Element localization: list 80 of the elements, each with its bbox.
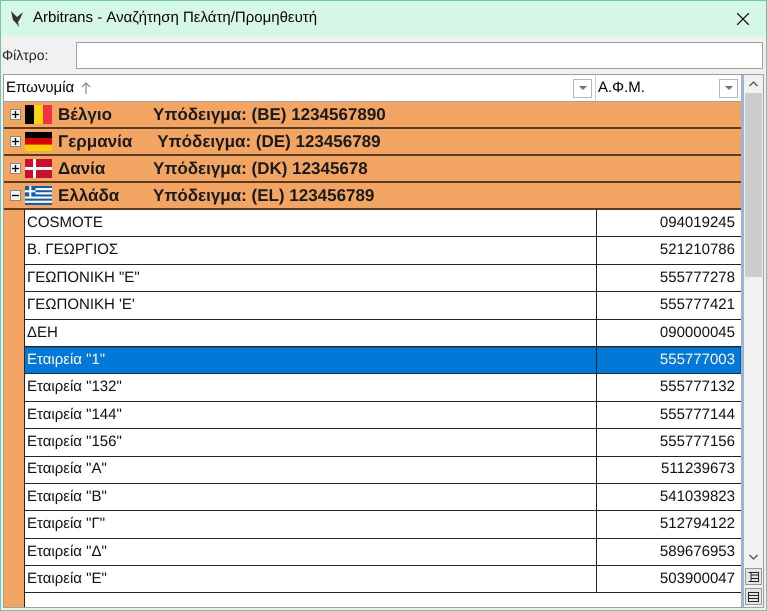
table-cell: Εταιρεία "156" bbox=[25, 429, 597, 456]
table-row[interactable]: Εταιρεία "Β" 541039823 bbox=[24, 484, 741, 512]
dropdown-button[interactable] bbox=[573, 78, 592, 98]
table-cell: Εταιρεία "1" bbox=[25, 346, 597, 374]
flag-icon bbox=[25, 132, 52, 151]
group-name: Γερμανία bbox=[58, 130, 132, 153]
group-row[interactable]: Δανία Υπόδειγμα: (DK) 12345678 bbox=[4, 156, 741, 183]
column-header[interactable]: Επωνυμία bbox=[4, 75, 596, 101]
table-cell-text: 555777132 bbox=[658, 377, 736, 398]
list-icon bbox=[748, 592, 759, 602]
table-row[interactable]: ΔΕΗ 090000045 bbox=[24, 320, 741, 347]
expand-icon[interactable] bbox=[10, 136, 21, 147]
table-row[interactable]: Εταιρεία "1" 555777003 bbox=[24, 346, 741, 374]
group-hint: Υπόδειγμα: (BE) 1234567890 bbox=[153, 104, 386, 126]
caret-icon bbox=[578, 86, 586, 90]
table-row[interactable]: Εταιρεία "Γ" 512794122 bbox=[24, 511, 741, 539]
table-cell-text: 511239673 bbox=[660, 459, 736, 480]
flag-icon bbox=[25, 186, 52, 205]
table-row[interactable]: Εταιρεία "156" 555777156 bbox=[24, 429, 741, 457]
flag-icon bbox=[25, 105, 52, 124]
group-row[interactable]: Γερμανία Υπόδειγμα: (DE) 123456789 bbox=[4, 129, 741, 156]
window-title: Arbitrans - Αναζήτηση Πελάτη/Προμηθευτή bbox=[33, 8, 318, 28]
table-cell-text: 555777278 bbox=[658, 268, 736, 288]
table-row[interactable]: ΓΕΩΠΟΝΙΚΗ 'Ε' 555777421 bbox=[24, 292, 741, 320]
table-row[interactable]: Β. ΓΕΩΡΓΙΟΣ 521210786 bbox=[24, 237, 741, 265]
table-cell-text: 555777421 bbox=[658, 295, 736, 316]
group-name: Δανία bbox=[58, 158, 106, 180]
collapse-all-button[interactable] bbox=[745, 588, 762, 605]
table-cell-text: 503900047 bbox=[658, 569, 736, 590]
table-cell-text: 589676953 bbox=[658, 542, 736, 562]
table-cell: Εταιρεία "Δ" bbox=[25, 538, 597, 566]
table-cell-text: 512794122 bbox=[658, 514, 736, 534]
expand-icon[interactable] bbox=[10, 109, 21, 120]
scrollbar[interactable] bbox=[744, 75, 763, 607]
caret-icon bbox=[724, 86, 732, 90]
filter-label: Φίλτρο: bbox=[1, 46, 50, 65]
table-cell: Εταιρεία "Α" bbox=[25, 456, 597, 483]
table-cell: ΓΕΩΠΟΝΙΚΗ "Ε" bbox=[25, 264, 597, 292]
table-cell-text: 094019245 bbox=[658, 212, 736, 233]
group-name: Βέλγιο bbox=[58, 104, 113, 126]
table-cell: Εταιρεία "132" bbox=[25, 374, 597, 401]
table-row[interactable]: Εταιρεία "Α" 511239673 bbox=[24, 456, 741, 484]
table-row[interactable]: Εταιρεία "144" 555777144 bbox=[24, 402, 741, 430]
flag-icon bbox=[25, 159, 52, 178]
group-hint: Υπόδειγμα: (DK) 12345678 bbox=[153, 158, 368, 180]
scroll-down-icon[interactable] bbox=[749, 554, 758, 560]
group-row[interactable]: Βέλγιο Υπόδειγμα: (BE) 1234567890 bbox=[4, 102, 741, 129]
table-cell-text: 090000045 bbox=[658, 322, 736, 342]
scrollbar-thumb[interactable] bbox=[745, 93, 762, 277]
table-cell: ΓΕΩΠΟΝΙΚΗ 'Ε' bbox=[25, 292, 597, 319]
bird-icon bbox=[9, 10, 25, 28]
table-row[interactable]: COSMOTE 094019245 bbox=[24, 210, 741, 238]
table-row[interactable]: Εταιρεία "Δ" 589676953 bbox=[24, 538, 741, 566]
group-name: Ελλάδα bbox=[58, 184, 120, 207]
filter-field[interactable] bbox=[76, 42, 763, 68]
table-row[interactable]: ΓΕΩΠΟΝΙΚΗ "Ε" 555777278 bbox=[24, 264, 741, 292]
table-cell: Εταιρεία "Β" bbox=[25, 484, 597, 510]
expand-all-button[interactable] bbox=[745, 568, 762, 585]
table-cell: Εταιρεία "Γ" bbox=[25, 511, 597, 538]
table-cell-text: 541039823 bbox=[658, 486, 736, 507]
table-cell: ΔΕΗ bbox=[25, 320, 597, 346]
scroll-up-icon[interactable] bbox=[749, 81, 758, 87]
tree-icon bbox=[748, 572, 759, 582]
table-cell: COSMOTE bbox=[25, 210, 597, 236]
table-cell-text: 555777003 bbox=[658, 350, 736, 370]
expand-icon[interactable] bbox=[10, 163, 21, 174]
collapse-icon[interactable] bbox=[10, 190, 21, 201]
table-cell: Εταιρεία "Ε" bbox=[25, 566, 597, 592]
table-cell: Εταιρεία "144" bbox=[25, 402, 597, 428]
group-hint: Υπόδειγμα: (DE) 123456789 bbox=[157, 130, 381, 153]
table-cell-text: 521210786 bbox=[658, 240, 736, 260]
table-cell: Β. ΓΕΩΡΓΙΟΣ bbox=[25, 237, 597, 264]
table-cell-text: 555777144 bbox=[658, 404, 736, 425]
close-icon bbox=[737, 12, 749, 24]
table-row[interactable]: Εταιρεία "132" 555777132 bbox=[24, 374, 741, 402]
group-hint: Υπόδειγμα: (EL) 123456789 bbox=[153, 184, 374, 207]
table-cell-text: 555777156 bbox=[658, 432, 736, 452]
table-row[interactable]: Εταιρεία "Ε" 503900047 bbox=[24, 566, 741, 594]
dropdown-button[interactable] bbox=[719, 78, 738, 98]
group-row[interactable]: Ελλάδα Υπόδειγμα: (EL) 123456789 bbox=[4, 183, 741, 210]
